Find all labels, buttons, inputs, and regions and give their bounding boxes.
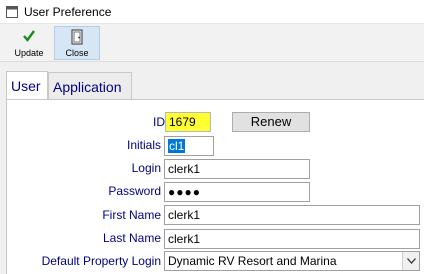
default-property-label: Default Property Login <box>41 254 161 268</box>
first-name-label: First Name <box>102 208 161 222</box>
tab-application[interactable]: Application <box>48 72 132 100</box>
close-button[interactable]: Close <box>54 26 100 60</box>
id-field[interactable]: 1679 <box>165 112 211 132</box>
update-button[interactable]: Update <box>6 26 52 60</box>
checkmark-icon <box>7 29 51 47</box>
close-label: Close <box>65 48 89 58</box>
door-icon <box>55 29 99 47</box>
title-bar: User Preference <box>0 0 424 24</box>
tab-user[interactable]: User <box>6 71 48 101</box>
initials-label: Initials <box>126 138 161 152</box>
window-icon <box>6 6 18 18</box>
initials-value: cl1 <box>168 139 186 153</box>
id-label: ID <box>153 115 165 129</box>
initials-field[interactable]: cl1 <box>164 136 214 156</box>
password-label: Password <box>108 184 161 198</box>
toolbar: Update Close <box>0 24 424 62</box>
login-label: Login <box>131 161 161 175</box>
default-property-select[interactable]: Dynamic RV Resort and Marina <box>164 251 420 271</box>
default-property-value: Dynamic RV Resort and Marina <box>168 254 337 268</box>
user-panel: ID 1679 Renew Initials cl1 Login clerk1 … <box>6 99 424 274</box>
last-name-label: Last Name <box>102 231 161 245</box>
update-label: Update <box>14 48 44 58</box>
first-name-field[interactable]: clerk1 <box>164 205 420 225</box>
login-field[interactable]: clerk1 <box>164 159 310 179</box>
dropdown-button[interactable] <box>402 252 419 270</box>
window-title: User Preference <box>24 5 112 19</box>
password-field[interactable]: ●●●● <box>164 182 310 202</box>
chevron-down-icon <box>407 258 416 264</box>
renew-button[interactable]: Renew <box>232 112 310 132</box>
last-name-field[interactable]: clerk1 <box>164 229 420 249</box>
